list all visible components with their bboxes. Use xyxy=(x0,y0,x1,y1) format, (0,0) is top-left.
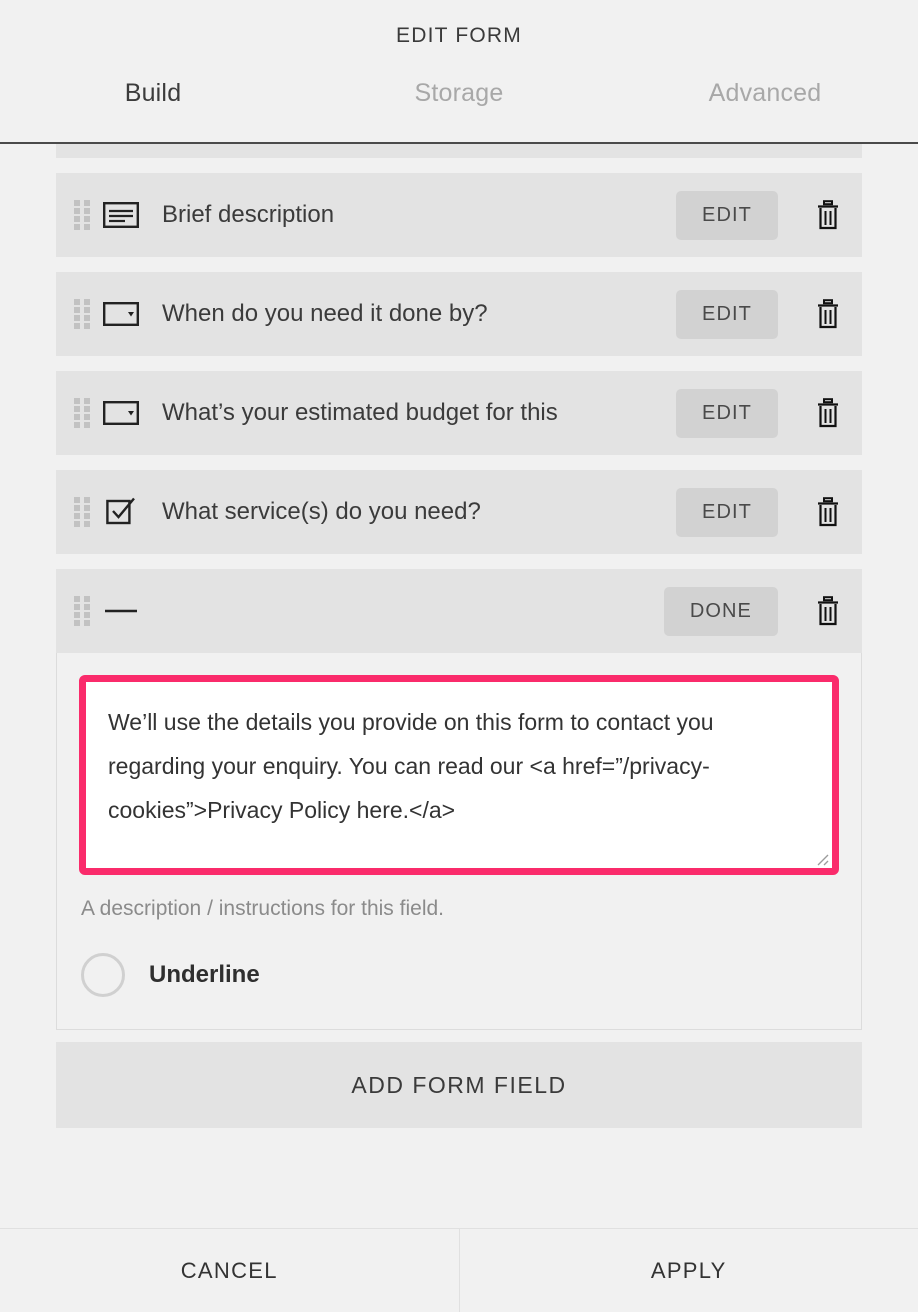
underline-option-row[interactable]: Underline xyxy=(79,921,839,1003)
field-label: When do you need it done by? xyxy=(162,300,488,327)
table-row[interactable]: Brief description EDIT xyxy=(56,173,862,257)
delete-button[interactable] xyxy=(812,296,844,332)
tab-build[interactable]: Build xyxy=(0,79,306,108)
tab-storage[interactable]: Storage xyxy=(306,79,612,108)
form-field-list: Who is the website / project for? EDIT B… xyxy=(0,144,918,653)
form-fields-scroll-area[interactable]: Who is the website / project for? EDIT B… xyxy=(0,142,918,1228)
drag-handle-icon[interactable] xyxy=(70,398,94,428)
apply-button[interactable]: APPLY xyxy=(459,1229,918,1312)
delete-button[interactable] xyxy=(812,593,844,629)
table-row[interactable]: Who is the website / project for? EDIT xyxy=(56,144,862,158)
description-textarea[interactable] xyxy=(86,682,832,868)
edit-button[interactable]: EDIT xyxy=(676,289,778,339)
drag-handle-icon[interactable] xyxy=(70,596,94,626)
checkbox-checked-icon xyxy=(94,496,148,528)
select-dropdown-icon xyxy=(94,401,148,425)
edit-button[interactable]: EDIT xyxy=(676,190,778,240)
select-dropdown-icon xyxy=(94,302,148,326)
table-row[interactable]: When do you need it done by? EDIT xyxy=(56,272,862,356)
field-label: What’s your estimated budget for this xyxy=(162,399,558,426)
footer-bar: CANCEL APPLY xyxy=(0,1228,918,1312)
underline-option-label: Underline xyxy=(149,961,260,988)
table-row[interactable]: DONE xyxy=(56,569,862,653)
underline-radio-button[interactable] xyxy=(81,953,125,997)
delete-button[interactable] xyxy=(812,395,844,431)
tab-bar: Build Storage Advanced xyxy=(0,58,918,142)
drag-handle-icon[interactable] xyxy=(70,200,94,230)
delete-button[interactable] xyxy=(812,494,844,530)
field-label: What service(s) do you need? xyxy=(162,498,481,525)
cancel-button[interactable]: CANCEL xyxy=(0,1229,459,1312)
done-button[interactable]: DONE xyxy=(663,586,778,636)
tab-advanced[interactable]: Advanced xyxy=(612,79,918,108)
add-form-field-button[interactable]: ADD FORM FIELD xyxy=(56,1042,862,1128)
edit-button[interactable]: EDIT xyxy=(676,388,778,438)
description-textarea-wrapper xyxy=(79,675,839,875)
drag-handle-icon[interactable] xyxy=(70,497,94,527)
edit-button[interactable]: EDIT xyxy=(676,487,778,537)
divider-line-icon xyxy=(94,606,148,616)
table-row[interactable]: What’s your estimated budget for this ED… xyxy=(56,371,862,455)
field-editor-panel: A description / instructions for this fi… xyxy=(56,653,862,1030)
page-title: EDIT FORM xyxy=(396,24,522,47)
textarea-icon xyxy=(94,202,148,228)
field-label: Brief description xyxy=(162,201,335,228)
field-helper-text: A description / instructions for this fi… xyxy=(81,897,444,920)
table-row[interactable]: What service(s) do you need? EDIT xyxy=(56,470,862,554)
delete-button[interactable] xyxy=(812,197,844,233)
drag-handle-icon[interactable] xyxy=(70,299,94,329)
edit-form-modal: EDIT FORM Build Storage Advanced Who is … xyxy=(0,0,918,1312)
